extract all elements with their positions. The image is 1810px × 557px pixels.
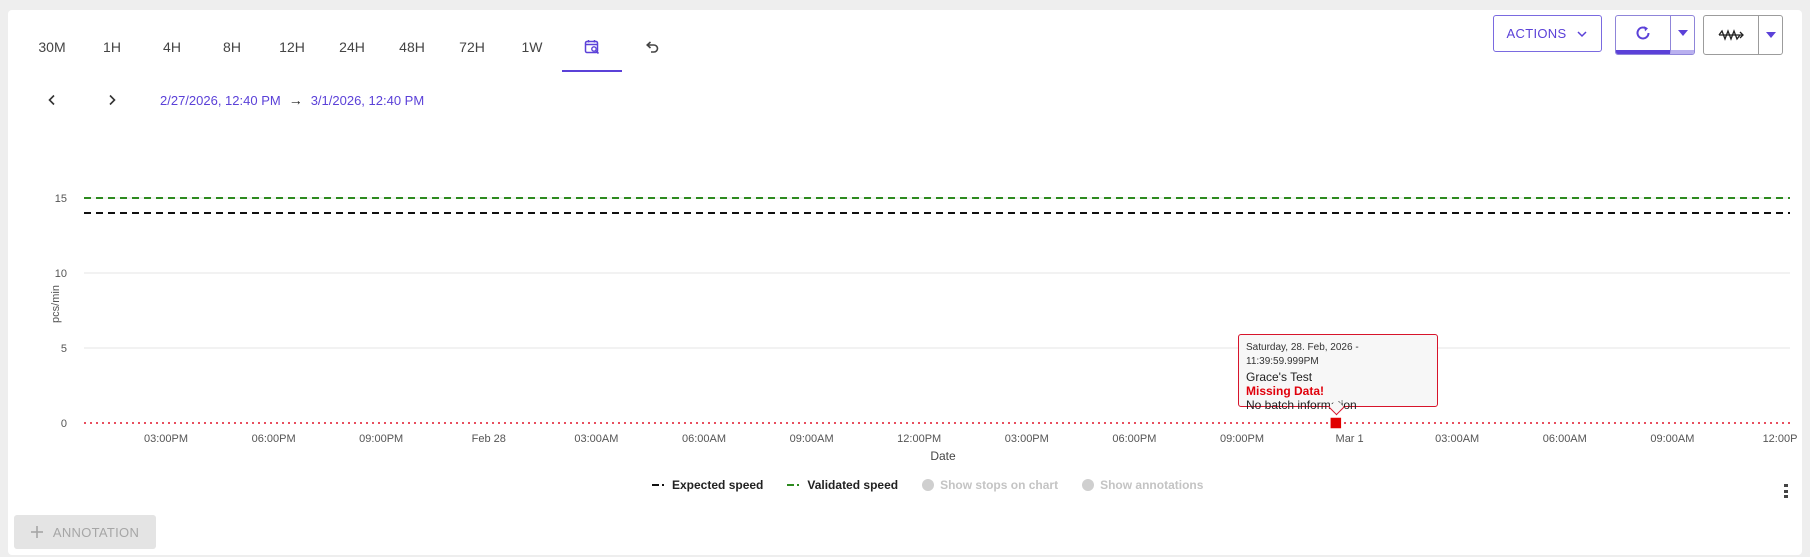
x-tick-label: 03:00PM (144, 433, 188, 445)
legend-expected-speed[interactable]: Expected speed (652, 478, 763, 492)
tooltip-date: Saturday, 28. Feb, 2026 - 11:39:59.999PM (1246, 342, 1359, 367)
x-tick-label: 06:00AM (1543, 433, 1587, 445)
menu-dot (1784, 495, 1788, 498)
x-tick-label: 12:00PM (897, 433, 941, 445)
missing-data-marker (1329, 416, 1343, 430)
menu-dot (1784, 489, 1788, 493)
chart-tooltip: Saturday, 28. Feb, 2026 - 11:39:59.999PM… (1238, 334, 1438, 412)
x-tick-label: 09:00PM (359, 433, 403, 445)
legend-validated-speed[interactable]: Validated speed (787, 478, 898, 492)
x-tick-label: 09:00PM (1220, 433, 1264, 445)
y-tick-label: 0 (61, 418, 67, 430)
annotation-label: ANNOTATION (52, 524, 140, 540)
x-tick-label: 03:00AM (1435, 433, 1479, 445)
add-annotation-button[interactable]: ANNOTATION (14, 515, 156, 549)
x-tick-label: 03:00PM (1005, 433, 1049, 445)
legend-label: Expected speed (672, 478, 764, 492)
menu-dot (1784, 484, 1788, 487)
legend-label: Show stops on chart (940, 478, 1059, 492)
x-tick-label: Mar 1 (1336, 433, 1364, 445)
chart-legend: Expected speed Validated speed Show stop… (652, 478, 1203, 492)
x-tick-label: Feb 28 (472, 433, 506, 445)
legend-show-annotations[interactable]: Show annotations (1082, 478, 1203, 492)
legend-show-stops[interactable]: Show stops on chart (922, 478, 1058, 492)
legend-label: Show annotations (1100, 478, 1204, 492)
chart-menu-button[interactable] (1783, 484, 1789, 498)
speed-chart: 0 5 10 15 03:00PM 06:00PM 09:00PM Feb 28 03:00AM… (55, 193, 1798, 463)
x-axis-label: Date (930, 449, 956, 463)
y-tick-label: 15 (55, 193, 67, 205)
dash-dot-black-icon (652, 484, 664, 486)
x-tick-label: 09:00AM (1650, 433, 1694, 445)
tooltip-name: Grace's Test (1246, 370, 1313, 384)
circle-icon (922, 479, 935, 491)
tooltip-info: No batch information (1246, 398, 1357, 412)
tooltip-status: Missing Data! (1246, 384, 1325, 398)
dash-dot-green-icon (787, 484, 800, 486)
x-tick-label: 03:00AM (574, 433, 618, 445)
circle-icon (1082, 479, 1095, 491)
legend-label: Validated speed (807, 478, 899, 492)
plus-icon (30, 526, 43, 538)
x-tick-label: 12:00P (1763, 433, 1798, 445)
x-tick-label: 09:00AM (790, 433, 834, 445)
x-tick-label: 06:00AM (682, 433, 726, 445)
x-tick-label: 06:00PM (1112, 433, 1156, 445)
y-tick-label: 10 (55, 268, 67, 280)
x-tick-label: 06:00PM (252, 433, 296, 445)
y-tick-label: 5 (61, 343, 67, 355)
